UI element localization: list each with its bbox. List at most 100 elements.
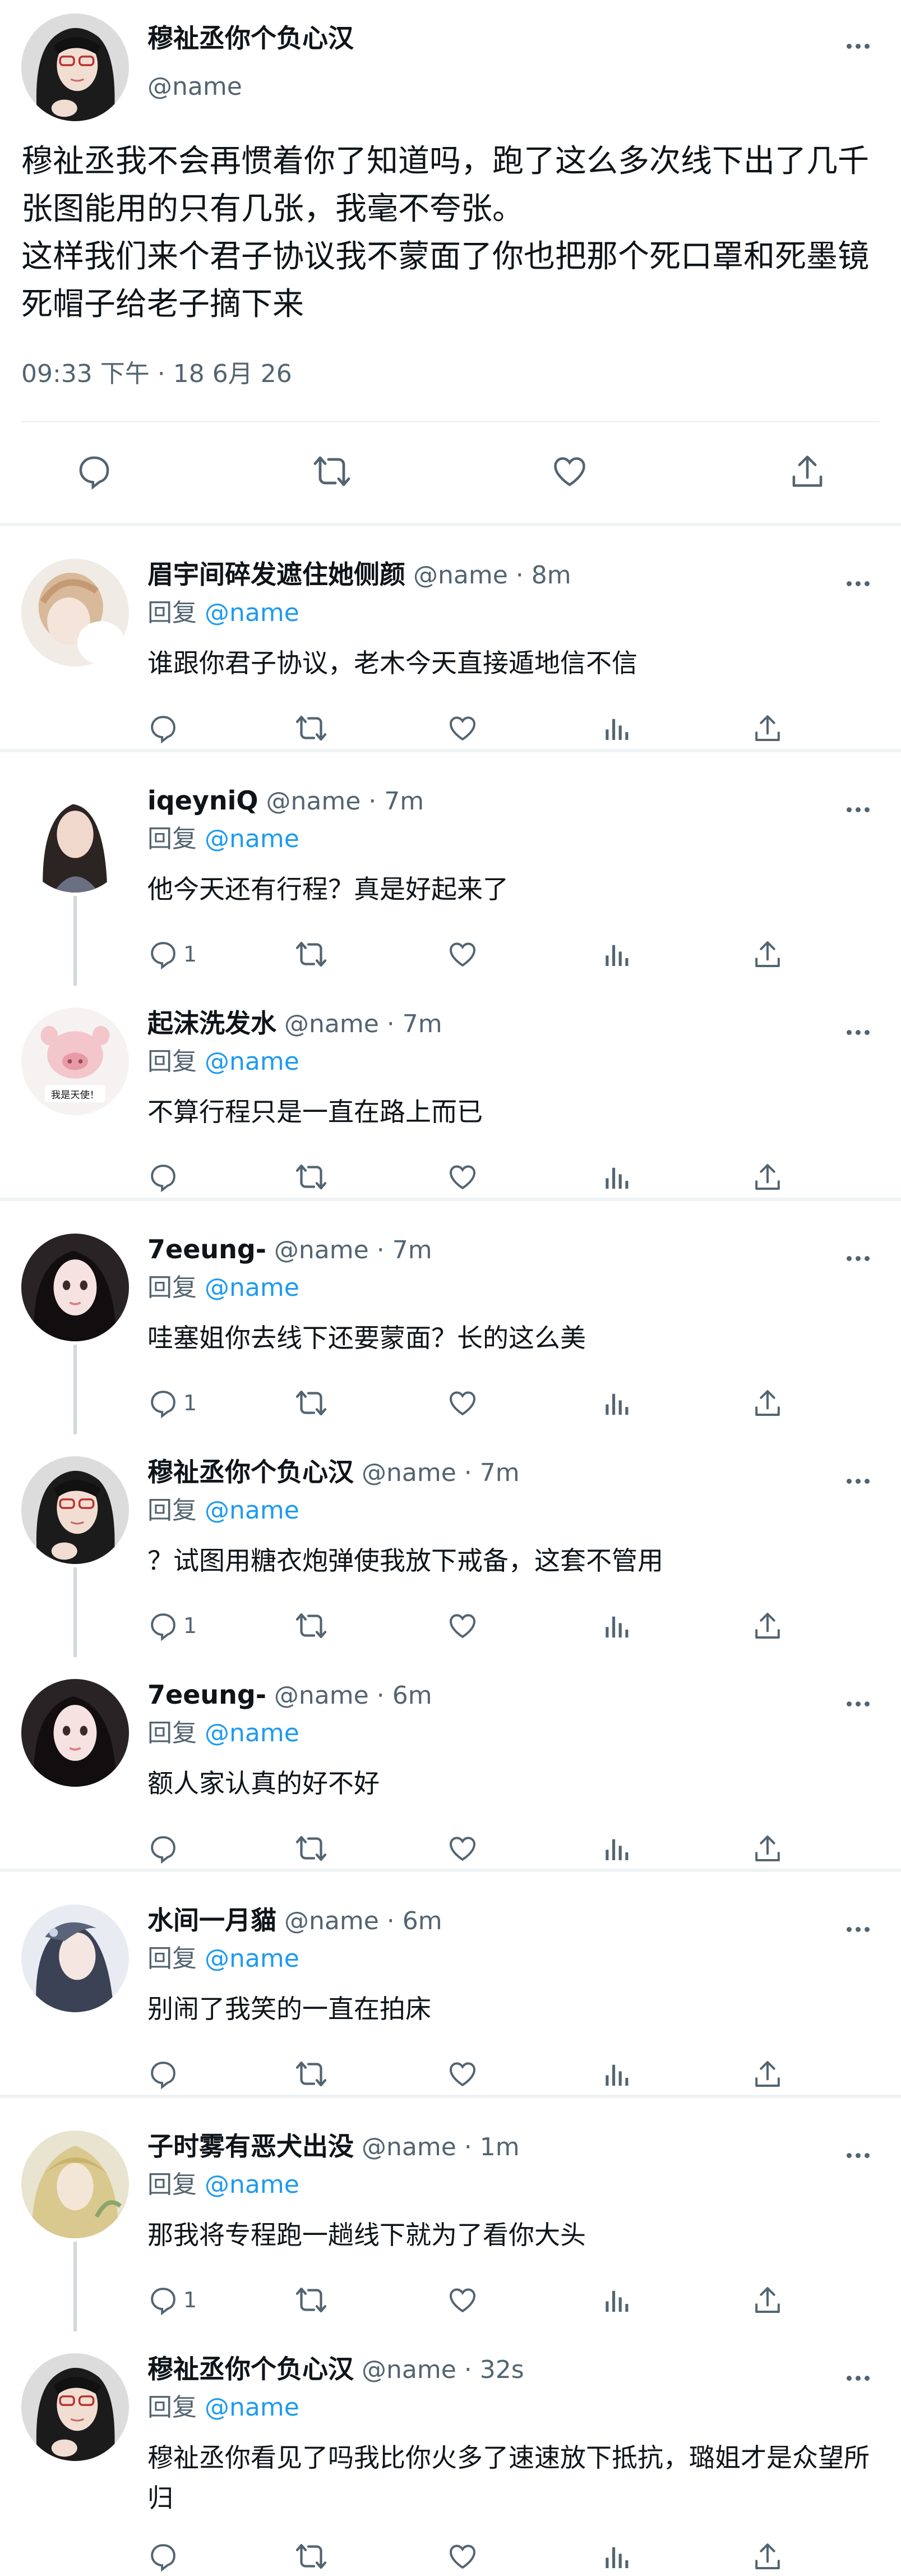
- avatar[interactable]: [21, 1456, 129, 1564]
- relative-time[interactable]: 6m: [403, 1907, 442, 1935]
- analytics-icon[interactable]: [600, 1829, 632, 1868]
- relative-time[interactable]: 7m: [384, 787, 424, 816]
- like-icon[interactable]: [447, 1606, 478, 1645]
- reply-tweet[interactable]: 7eeung- @name · 7m 回复 @name 哇塞姐你去线下还要蒙面？…: [0, 1201, 901, 1434]
- analytics-icon[interactable]: [600, 709, 632, 748]
- retweet-icon[interactable]: [294, 935, 328, 974]
- mention-link[interactable]: @name: [205, 1047, 299, 1076]
- reply-tweet[interactable]: 子时雾有恶犬出没 @name · 1m 回复 @name 那我将专程跑一趟线下就…: [0, 2098, 901, 2331]
- author-name[interactable]: 眉宇间碎发遮住她侧颜: [147, 559, 405, 590]
- more-options-icon[interactable]: [841, 572, 875, 595]
- author-name[interactable]: 7eeung-: [147, 1680, 266, 1710]
- avatar[interactable]: [21, 1679, 129, 1787]
- share-icon[interactable]: [752, 1383, 783, 1423]
- avatar[interactable]: [21, 785, 129, 893]
- reply-tweet[interactable]: 我是天使！ 起沫洗发水 @name · 7m 回复 @name 不算行程只是一直…: [0, 975, 901, 1198]
- mention-link[interactable]: @name: [205, 825, 299, 853]
- share-icon[interactable]: [752, 1829, 783, 1868]
- mention-link[interactable]: @name: [205, 1273, 299, 1302]
- reply-icon[interactable]: [147, 2054, 183, 2094]
- more-options-icon[interactable]: [841, 1918, 875, 1940]
- author-handle[interactable]: @name: [362, 2356, 456, 2384]
- share-icon[interactable]: [779, 443, 835, 499]
- reply-tweet[interactable]: iqeyniQ @name · 7m 回复 @name 他今天还有行程？真是好起…: [0, 752, 901, 986]
- analytics-icon[interactable]: [600, 1383, 632, 1423]
- share-icon[interactable]: [752, 1157, 783, 1197]
- like-icon[interactable]: [447, 2280, 478, 2320]
- author-name[interactable]: 子时雾有恶犬出没: [147, 2131, 354, 2161]
- more-options-icon[interactable]: [841, 1247, 875, 1269]
- more-options-icon[interactable]: [841, 798, 875, 821]
- author-name[interactable]: 7eeung-: [147, 1234, 266, 1264]
- relative-time[interactable]: 7m: [480, 1459, 520, 1487]
- share-icon[interactable]: [752, 709, 783, 748]
- reply-icon[interactable]: [147, 1157, 183, 1197]
- like-icon[interactable]: [447, 709, 478, 748]
- like-icon[interactable]: [447, 1157, 478, 1197]
- like-icon[interactable]: [447, 935, 478, 974]
- analytics-icon[interactable]: [600, 2054, 632, 2094]
- author-handle[interactable]: @name: [413, 561, 508, 590]
- retweet-icon[interactable]: [294, 709, 328, 748]
- author-handle[interactable]: @name: [274, 1681, 369, 1710]
- reply-icon[interactable]: 1: [147, 935, 197, 974]
- reply-icon[interactable]: [147, 709, 183, 748]
- more-options-icon[interactable]: [841, 35, 875, 57]
- like-icon[interactable]: [542, 443, 598, 499]
- tweet-timestamp[interactable]: 09:33 下午 · 18 6月 26: [21, 357, 292, 391]
- avatar[interactable]: [21, 559, 129, 666]
- reply-tweet[interactable]: 水间一月貓 @name · 6m 回复 @name 别闹了我笑的一直在拍床: [0, 1872, 901, 2095]
- reply-tweet[interactable]: 眉宇间碎发遮住她侧颜 @name · 8m 回复 @name 谁跟你君子协议，老…: [0, 526, 901, 749]
- reply-tweet[interactable]: 7eeung- @name · 6m 回复 @name 额人家认真的好不好: [0, 1646, 901, 1869]
- author-name[interactable]: 水间一月貓: [147, 1905, 276, 1935]
- mention-link[interactable]: @name: [205, 2170, 299, 2199]
- author-name[interactable]: iqeyniQ: [147, 785, 258, 816]
- like-icon[interactable]: [447, 2537, 478, 2576]
- share-icon[interactable]: [752, 2537, 783, 2576]
- relative-time[interactable]: 7m: [392, 1236, 432, 1264]
- retweet-icon[interactable]: [294, 2537, 328, 2576]
- retweet-icon[interactable]: [294, 2054, 328, 2094]
- avatar[interactable]: 我是天使！: [21, 1008, 129, 1115]
- author-handle[interactable]: @name: [362, 2133, 456, 2161]
- like-icon[interactable]: [447, 1383, 478, 1423]
- retweet-icon[interactable]: [304, 443, 360, 499]
- share-icon[interactable]: [752, 935, 783, 974]
- mention-link[interactable]: @name: [205, 599, 299, 627]
- relative-time[interactable]: 1m: [480, 2133, 520, 2161]
- author-name[interactable]: 穆祉丞你个负心汉: [147, 2354, 354, 2384]
- retweet-icon[interactable]: [294, 1157, 328, 1197]
- relative-time[interactable]: 6m: [392, 1681, 432, 1710]
- relative-time[interactable]: 7m: [403, 1010, 442, 1038]
- more-options-icon[interactable]: [841, 1021, 875, 1043]
- reply-icon[interactable]: 1: [147, 1383, 197, 1423]
- author-handle[interactable]: @name: [362, 1459, 456, 1487]
- share-icon[interactable]: [752, 1606, 783, 1645]
- avatar[interactable]: [21, 1905, 129, 2012]
- share-icon[interactable]: [752, 2054, 783, 2094]
- author-handle[interactable]: @name: [284, 1010, 379, 1038]
- more-options-icon[interactable]: [841, 2367, 875, 2389]
- reply-icon[interactable]: [66, 443, 122, 499]
- author-handle[interactable]: @name: [147, 70, 242, 104]
- avatar[interactable]: [21, 2131, 129, 2238]
- reply-icon[interactable]: [147, 1829, 183, 1868]
- avatar[interactable]: [21, 1234, 129, 1341]
- author-handle[interactable]: @name: [266, 787, 361, 816]
- retweet-icon[interactable]: [294, 1383, 328, 1423]
- analytics-icon[interactable]: [600, 935, 632, 974]
- reply-icon[interactable]: 1: [147, 2280, 197, 2320]
- analytics-icon[interactable]: [600, 1606, 632, 1645]
- share-icon[interactable]: [752, 2280, 783, 2320]
- author-name[interactable]: 穆祉丞你个负心汉: [147, 21, 354, 55]
- like-icon[interactable]: [447, 2054, 478, 2094]
- relative-time[interactable]: 32s: [480, 2356, 524, 2384]
- analytics-icon[interactable]: [600, 2537, 632, 2576]
- analytics-icon[interactable]: [600, 2280, 632, 2320]
- retweet-icon[interactable]: [294, 1606, 328, 1645]
- retweet-icon[interactable]: [294, 2280, 328, 2320]
- reply-icon[interactable]: [147, 2537, 183, 2576]
- mention-link[interactable]: @name: [205, 2393, 299, 2422]
- reply-icon[interactable]: 1: [147, 1606, 197, 1645]
- mention-link[interactable]: @name: [205, 1719, 299, 1747]
